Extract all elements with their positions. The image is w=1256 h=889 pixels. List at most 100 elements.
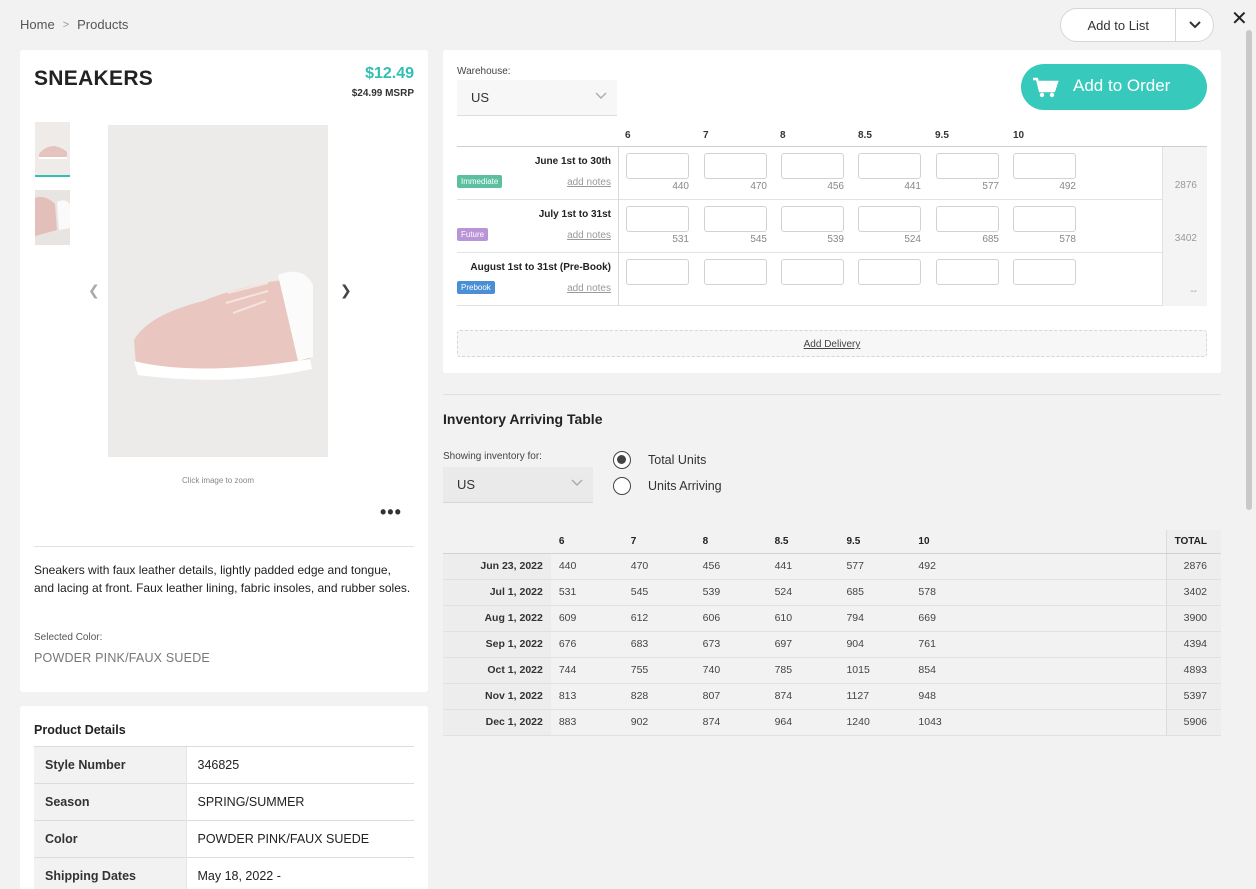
more-options-icon[interactable]: •••	[380, 502, 402, 523]
scrollbar[interactable]	[1246, 30, 1252, 510]
table-cell: 470	[622, 553, 695, 580]
quantity-input[interactable]	[936, 206, 999, 232]
table-cell: 456	[694, 553, 767, 580]
quantity-input[interactable]	[1013, 206, 1076, 232]
quantity-input[interactable]	[704, 153, 767, 179]
row-date: Dec 1, 2022	[443, 709, 551, 736]
size-header: 7	[703, 130, 709, 141]
inventory-region-value: US	[457, 477, 476, 492]
table-cell: 545	[622, 579, 695, 606]
quantity-input[interactable]	[781, 153, 844, 179]
available-quantity: 492	[1059, 181, 1076, 192]
detail-value: SPRING/SUMMER	[185, 783, 414, 821]
table-cell: 807	[694, 683, 767, 710]
selected-color-value: POWDER PINK/FAUX SUEDE	[34, 651, 210, 665]
add-notes-link[interactable]: add notes	[567, 283, 611, 294]
zoom-hint: Click image to zoom	[181, 476, 255, 485]
inventory-region-select[interactable]: US	[443, 467, 593, 503]
product-thumbnail[interactable]	[35, 190, 70, 245]
table-cell: 874	[766, 683, 839, 710]
quantity-input[interactable]	[936, 259, 999, 285]
table-row: Nov 1, 2022 813 828 807 874 1127 948 539…	[443, 683, 1221, 710]
quantity-input[interactable]	[936, 153, 999, 179]
table-header-row: 6 7 8 8.5 9.5 10 TOTAL	[443, 530, 1221, 554]
add-to-order-button[interactable]: Add to Order	[1021, 64, 1207, 110]
add-to-list-dropdown[interactable]	[1175, 9, 1213, 41]
table-cell: 685	[838, 579, 911, 606]
table-cell: 874	[694, 709, 767, 736]
previous-image-arrow-icon[interactable]: ❮	[88, 282, 100, 299]
table-row: Color POWDER PINK/FAUX SUEDE	[34, 820, 414, 858]
quantity-input[interactable]	[1013, 153, 1076, 179]
quantity-input[interactable]	[781, 206, 844, 232]
quantity-input[interactable]	[704, 259, 767, 285]
quantity-input[interactable]	[858, 259, 921, 285]
available-quantity: 524	[904, 234, 921, 245]
table-cell: 744	[550, 657, 623, 684]
table-row: Season SPRING/SUMMER	[34, 783, 414, 821]
radio-units-arriving[interactable]: Units Arriving	[613, 477, 722, 495]
breadcrumb-home[interactable]: Home	[20, 17, 55, 32]
table-cell: 902	[622, 709, 695, 736]
delivery-total-value: 2876	[1174, 180, 1197, 191]
product-details-card: Product Details Style Number 346825 Seaso…	[20, 706, 428, 889]
add-to-order-label: Add to Order	[1073, 76, 1171, 95]
radio-total-units[interactable]: Total Units	[613, 451, 706, 469]
table-row: Oct 1, 2022 744 755 740 785 1015 854 489…	[443, 657, 1221, 684]
available-quantity: 456	[827, 181, 844, 192]
cart-icon	[1033, 77, 1059, 98]
chevron-down-icon	[571, 479, 583, 486]
quantity-input[interactable]	[626, 259, 689, 285]
add-to-list-button[interactable]: Add to List	[1061, 18, 1175, 33]
add-notes-link[interactable]: add notes	[567, 177, 611, 188]
table-cell: 904	[838, 631, 911, 658]
warehouse-select[interactable]: US	[457, 80, 617, 116]
table-cell: 828	[622, 683, 695, 710]
row-total: 4394	[1166, 631, 1221, 658]
product-card: SNEAKERS $12.49 $24.99 MSRP ❮ ❯ Click im…	[20, 50, 428, 692]
next-image-arrow-icon[interactable]: ❯	[340, 282, 352, 299]
table-cell: 813	[550, 683, 623, 710]
quantity-input[interactable]	[704, 206, 767, 232]
row-date: Jul 1, 2022	[443, 579, 551, 606]
product-main-image[interactable]	[108, 125, 328, 457]
size-header: 10	[1013, 130, 1025, 141]
delivery-row: July 1st to 31st Future add notes 531 54…	[457, 200, 1207, 253]
available-quantity: 577	[982, 181, 999, 192]
quantity-input[interactable]	[858, 153, 921, 179]
status-badge: Future	[457, 228, 489, 241]
detail-key: Season	[34, 783, 186, 821]
product-details-title: Product Details	[34, 723, 126, 737]
available-quantity: 539	[827, 234, 844, 245]
divider	[618, 147, 619, 200]
add-delivery-button[interactable]: Add Delivery	[457, 330, 1207, 357]
available-quantity: 685	[982, 234, 999, 245]
table-row: Aug 1, 2022 609 612 606 610 794 669 3900	[443, 605, 1221, 632]
available-quantity: 578	[1059, 234, 1076, 245]
total-column-header: TOTAL	[1166, 530, 1221, 554]
quantity-input[interactable]	[781, 259, 844, 285]
delivery-total: 2876	[1162, 147, 1207, 200]
close-icon[interactable]: ✕	[1231, 6, 1248, 31]
delivery-total-value: 3402	[1174, 233, 1197, 244]
table-cell: 578	[910, 579, 983, 606]
inventory-title: Inventory Arriving Table	[443, 411, 603, 427]
quantity-input[interactable]	[858, 206, 921, 232]
add-notes-link[interactable]: add notes	[567, 230, 611, 241]
product-description: Sneakers with faux leather details, ligh…	[34, 563, 411, 595]
quantity-input[interactable]	[626, 206, 689, 232]
table-cell: 755	[622, 657, 695, 684]
order-card: Warehouse: US Add to Order 6 7 8 8.5 9.5…	[443, 50, 1221, 373]
divider	[618, 253, 619, 306]
row-total: 5397	[1166, 683, 1221, 710]
product-thumbnail[interactable]	[35, 122, 70, 177]
column-header: 8.5	[766, 530, 839, 554]
column-header: 7	[622, 530, 695, 554]
breadcrumb-current[interactable]: Products	[77, 17, 128, 32]
quantity-input[interactable]	[1013, 259, 1076, 285]
divider	[618, 200, 619, 253]
status-badge: Prebook	[457, 281, 495, 294]
quantity-input[interactable]	[626, 153, 689, 179]
row-total: 3402	[1166, 579, 1221, 606]
delivery-row: August 1st to 31st (Pre-Book) Prebook ad…	[457, 253, 1207, 306]
